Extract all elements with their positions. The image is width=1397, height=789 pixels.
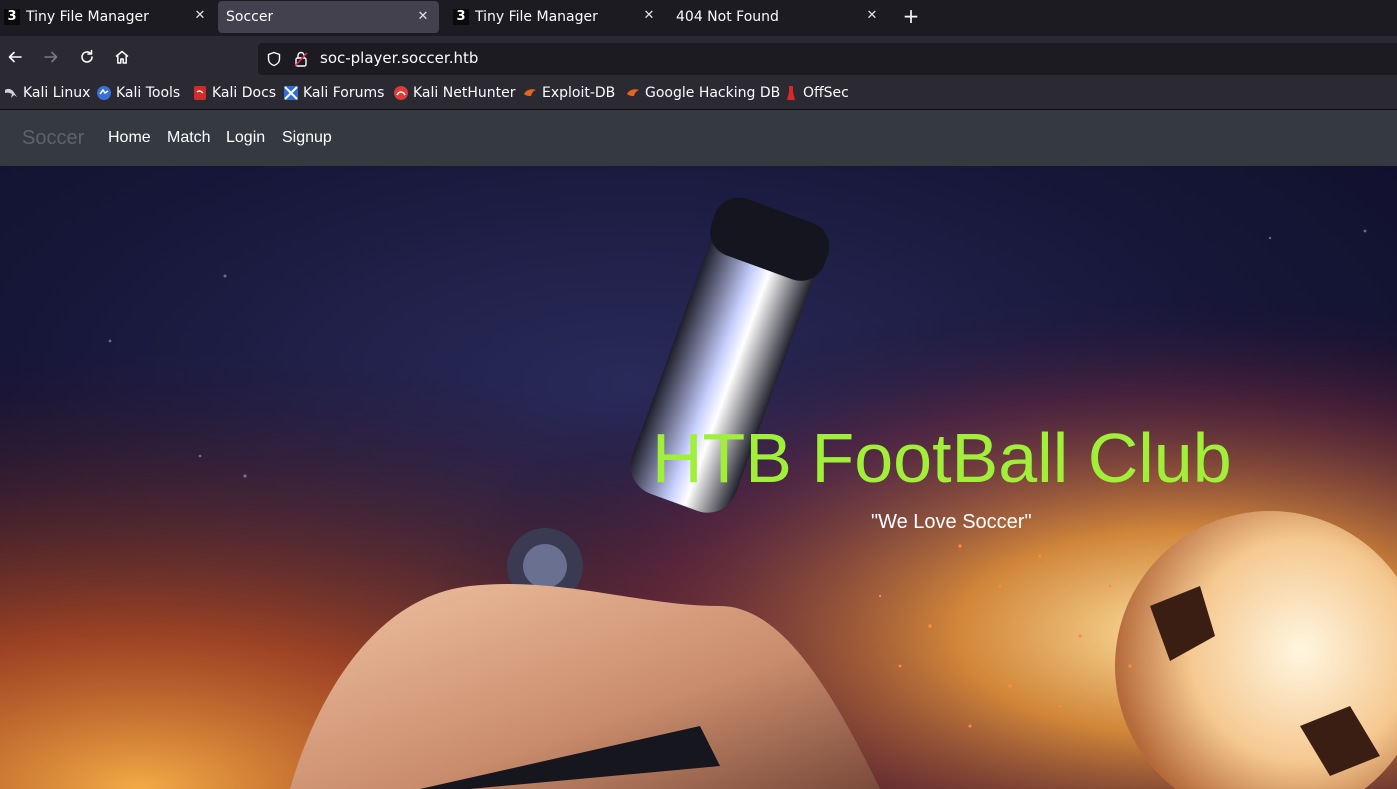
nav-link-home[interactable]: Home [108,129,151,147]
new-tab-button[interactable]: + [900,5,922,27]
offsec-icon [783,85,799,101]
nav-link-match[interactable]: Match [167,129,211,147]
bookmark-kali-forums[interactable]: Kali Forums [283,85,384,101]
kali-forums-icon [283,85,299,101]
arrow-left-icon [8,51,22,63]
back-button[interactable] [4,46,26,68]
tab-title: Tiny File Manager [26,8,149,25]
nav-link-login[interactable]: Login [226,129,265,147]
bookmark-label: Exploit-DB [542,85,616,101]
site-navbar: Soccer Home Match Login Signup [0,110,1397,166]
insecure-lock-icon[interactable] [293,50,309,68]
bookmark-label: Kali Docs [212,85,277,101]
site-brand[interactable]: Soccer [22,127,84,150]
home-button[interactable] [111,46,133,68]
bookmark-kali-linux[interactable]: Kali Linux [3,85,90,101]
ghdb-icon [625,85,641,101]
forward-button[interactable] [40,46,62,68]
close-icon[interactable]: ✕ [415,9,431,25]
bookmark-google-hacking-db[interactable]: Google Hacking DB [625,85,780,101]
kali-docs-icon [192,85,208,101]
nethunter-icon [393,85,409,101]
bookmark-label: Kali Linux [23,85,91,101]
exploit-db-icon [522,85,538,101]
tab-tiny-file-manager-1[interactable]: 3 Tiny File Manager ✕ [0,0,216,33]
hero-subtitle: "We Love Soccer" [871,511,1032,533]
bookmark-exploit-db[interactable]: Exploit-DB [522,85,615,101]
tab-strip: 3 Tiny File Manager ✕ Soccer ✕ 3 Tiny Fi… [0,0,1397,36]
tab-title: 404 Not Found [676,8,779,25]
bookmark-kali-tools[interactable]: Kali Tools [96,85,180,101]
close-icon[interactable]: ✕ [192,8,208,24]
bookmark-offsec[interactable]: OffSec [783,85,849,101]
bookmark-label: Kali NetHunter [413,85,516,101]
reload-button[interactable] [76,46,98,68]
url-text[interactable]: soc-player.soccer.htb [320,49,478,67]
close-icon[interactable]: ✕ [641,8,657,24]
shield-icon[interactable] [266,51,282,67]
tab-soccer[interactable]: Soccer ✕ [218,1,439,33]
nav-link-signup[interactable]: Signup [282,129,332,147]
bookmark-label: OffSec [803,85,849,101]
bookmark-label: Kali Tools [116,85,181,101]
tab-404-not-found[interactable]: 404 Not Found ✕ [668,0,888,33]
bookmark-kali-nethunter[interactable]: Kali NetHunter [393,85,515,101]
kali-dragon-icon [3,85,19,101]
arrow-right-icon [44,51,58,63]
reload-icon [81,49,93,63]
hero-section: HTB FootBall Club "We Love Soccer" [0,166,1397,789]
kali-tools-icon [96,85,112,101]
home-icon [115,50,129,64]
tiny-file-manager-favicon-icon: 3 [4,8,20,25]
bookmark-label: Kali Forums [303,85,385,101]
bookmarks-toolbar: Kali Linux Kali Tools Kali Docs Kali For… [0,78,1397,110]
bookmark-kali-docs[interactable]: Kali Docs [192,85,276,101]
tab-title: Soccer [226,9,274,25]
close-icon[interactable]: ✕ [864,8,880,24]
bookmark-label: Google Hacking DB [645,85,781,101]
tiny-file-manager-favicon-icon: 3 [453,8,469,25]
hero-title: HTB FootBall Club [652,419,1232,497]
tab-tiny-file-manager-2[interactable]: 3 Tiny File Manager ✕ [449,0,665,33]
tab-title: Tiny File Manager [475,8,598,25]
